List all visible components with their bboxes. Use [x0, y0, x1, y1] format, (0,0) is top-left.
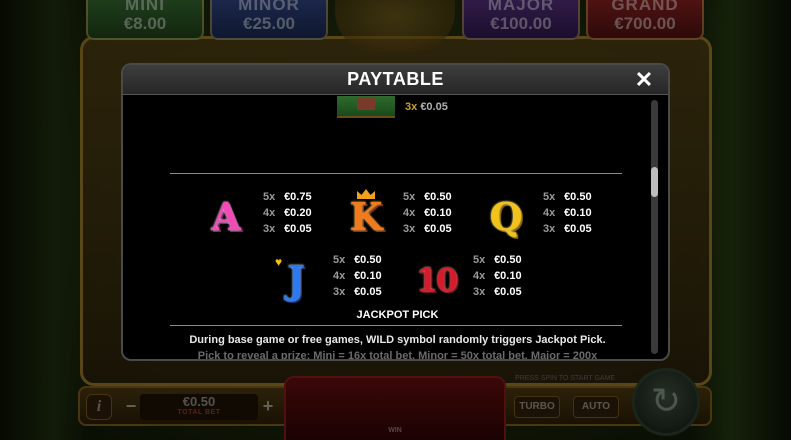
pay-mult: 4x — [473, 270, 486, 282]
pay-amount: €0.75 — [284, 191, 312, 203]
pay-mult: 5x — [333, 254, 346, 266]
pay-mult: 3x — [543, 223, 556, 235]
pay-amount: €0.05 — [284, 223, 312, 235]
pay-mult: 3x — [263, 223, 276, 235]
pay-amount: €0.05 — [424, 223, 452, 235]
jackpot-pick-line-1: During base game or free games, WILD sym… — [189, 334, 606, 346]
letter-q-icon: Q — [489, 194, 523, 239]
letter-k-icon: K — [349, 194, 383, 239]
pay-amount: €0.50 — [494, 254, 522, 266]
scrollbar-thumb[interactable] — [651, 167, 658, 197]
close-button[interactable]: ✕ — [632, 67, 656, 93]
pay-mult: 5x — [403, 191, 416, 203]
house-symbol-pay: 3x €0.05 — [405, 101, 448, 113]
pay-mult: 5x — [473, 254, 486, 266]
letter-a-icon: A — [211, 194, 241, 239]
pay-amount: €0.50 — [564, 191, 592, 203]
paytable-title: PAYTABLE — [347, 69, 444, 89]
number-10-icon: 10 — [415, 261, 459, 299]
pay-mult: 4x — [333, 270, 346, 282]
paytable-dialog: PAYTABLE ✕ 3x €0.05 A 5x €0.75 4x €0.20 … — [121, 63, 670, 361]
jackpot-pick-description: During base game or free games, WILD sym… — [123, 332, 668, 361]
pay-mult: 4x — [543, 207, 556, 219]
pay-amount: €0.10 — [564, 207, 592, 219]
pay-amount: €0.05 — [354, 286, 382, 298]
jackpot-pick-title: JACKPOT PICK — [356, 309, 439, 321]
pay-amount: €0.10 — [354, 270, 382, 282]
pay-amount: €0.05 — [494, 286, 522, 298]
symbol-a-pays: 5x €0.75 4x €0.20 3x €0.05 — [263, 189, 312, 237]
pay-amount: €0.10 — [424, 207, 452, 219]
paytable-header: PAYTABLE ✕ — [123, 65, 668, 95]
pay-amount: €0.20 — [284, 207, 312, 219]
house-amount: €0.05 — [420, 101, 448, 113]
pay-amount: €0.05 — [564, 223, 592, 235]
symbol-q-pays: 5x €0.50 4x €0.10 3x €0.05 — [543, 189, 592, 237]
pay-amount: €0.10 — [494, 270, 522, 282]
pay-mult: 4x — [263, 207, 276, 219]
section-divider — [170, 173, 622, 174]
paytable-content[interactable]: 3x €0.05 A 5x €0.75 4x €0.20 3x €0.05 K … — [123, 96, 653, 359]
pay-amount: €0.50 — [354, 254, 382, 266]
house-mult: 3x — [405, 101, 418, 113]
symbol-j-pays: 5x €0.50 4x €0.10 3x €0.05 — [333, 252, 382, 300]
pay-mult: 3x — [403, 223, 416, 235]
house-icon — [337, 96, 395, 118]
pay-mult: 3x — [333, 286, 346, 298]
symbol-10-pays: 5x €0.50 4x €0.10 3x €0.05 — [473, 252, 522, 300]
pay-mult: 3x — [473, 286, 486, 298]
paytable-scrollbar[interactable] — [651, 100, 658, 354]
pay-mult: 5x — [543, 191, 556, 203]
pay-mult: 4x — [403, 207, 416, 219]
jackpot-pick-line-2: Pick to reveal a prize: Mini = 16x total… — [197, 350, 598, 361]
letter-j-icon: J — [287, 257, 305, 302]
pay-mult: 5x — [263, 191, 276, 203]
pay-amount: €0.50 — [424, 191, 452, 203]
section-divider — [170, 325, 622, 326]
symbol-k-pays: 5x €0.50 4x €0.10 3x €0.05 — [403, 189, 452, 237]
